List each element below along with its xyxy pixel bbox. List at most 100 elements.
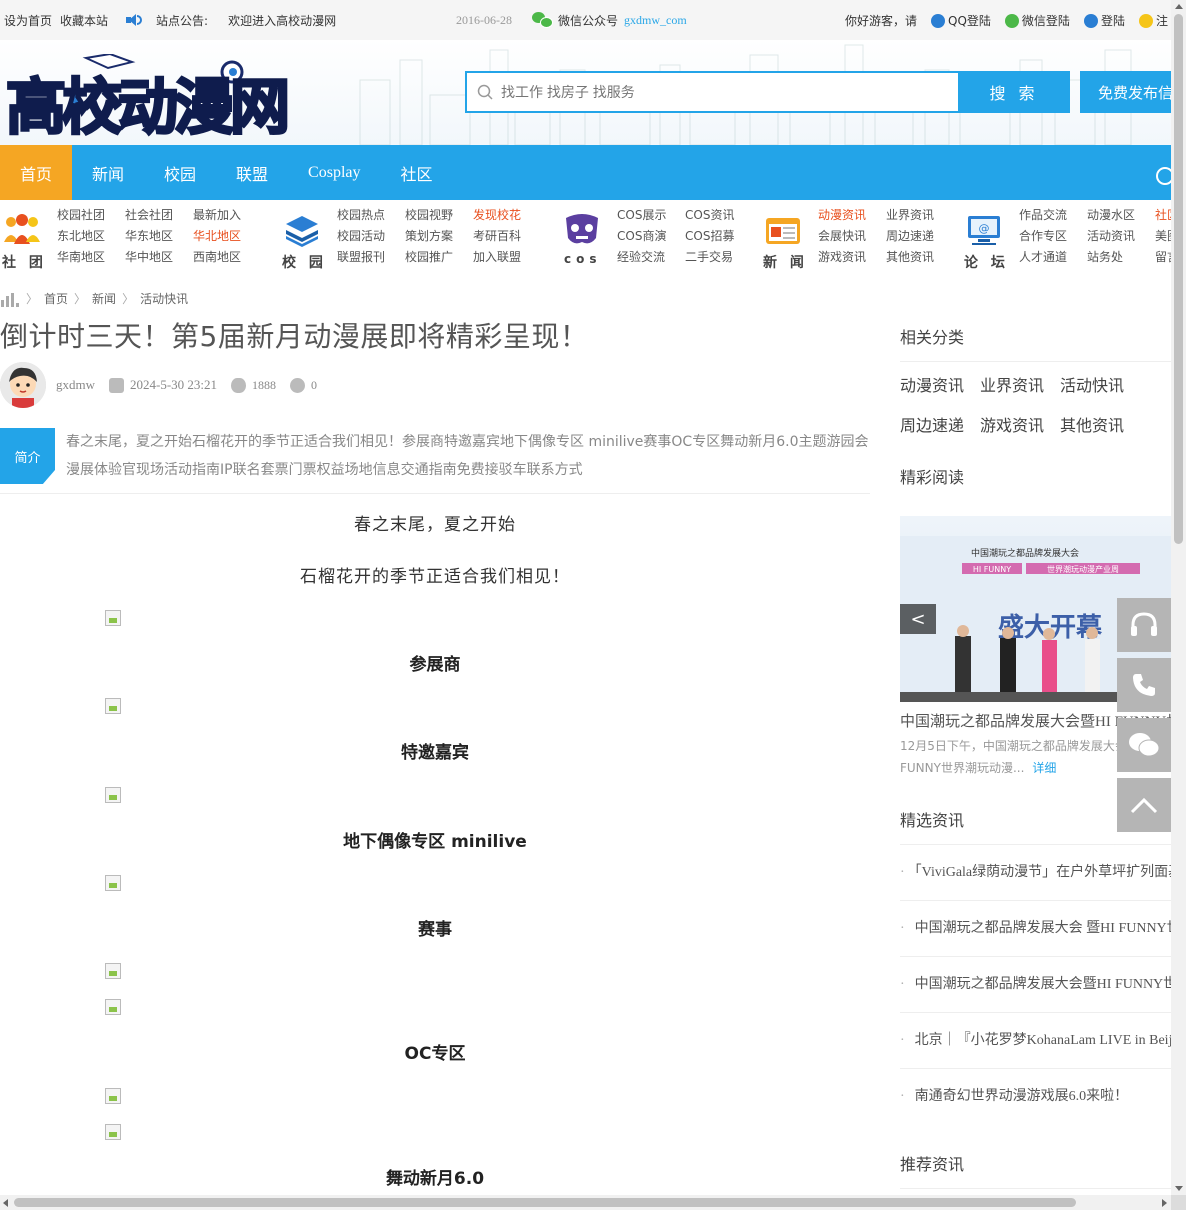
category-link[interactable]: 策划方案	[405, 229, 453, 244]
category-link-highlight[interactable]: 动漫资讯	[818, 208, 866, 223]
author-name[interactable]: gxdmw	[56, 377, 95, 393]
list-item[interactable]: 南通奇幻世界动漫游戏展6.0来啦！	[900, 1069, 1171, 1125]
computer-icon: @	[968, 216, 1000, 245]
category-link[interactable]: 西南地区	[193, 250, 241, 265]
category-link[interactable]: 美图	[1155, 229, 1171, 244]
horizontal-scrollbar[interactable]	[0, 1195, 1171, 1210]
nav-item-home[interactable]: 首页	[0, 145, 72, 200]
list-item[interactable]: 中国潮玩之都品牌发展大会暨HI FUNNY世界潮玩动漫产业周	[900, 957, 1171, 1013]
category-link[interactable]: 作品交流	[1019, 208, 1067, 223]
category-link[interactable]: 校园推广	[405, 250, 453, 265]
category-link[interactable]: 校园视野	[405, 208, 453, 223]
slide-more-link[interactable]: 详细	[1032, 761, 1056, 775]
category-link[interactable]: 华东地区	[125, 229, 173, 244]
wechat-account[interactable]: gxdmw_com	[624, 13, 687, 28]
category-link[interactable]: 华南地区	[57, 250, 105, 265]
notice-text[interactable]: 欢迎进入高校动漫网	[228, 12, 336, 29]
nav-item-campus[interactable]: 校园	[144, 145, 216, 200]
broken-image-icon	[105, 787, 121, 803]
category-link[interactable]: 站务处	[1087, 250, 1135, 265]
category-link[interactable]: 业界资讯	[886, 208, 934, 223]
search-input[interactable]	[501, 84, 941, 100]
category-link[interactable]: 游戏资讯	[818, 250, 866, 265]
site-logo[interactable]: 高校动漫网	[6, 54, 296, 138]
breadcrumb-home[interactable]: 首页	[44, 290, 68, 307]
meta-comments: 0	[290, 377, 317, 393]
category-link[interactable]: 加入联盟	[473, 250, 521, 265]
category-link[interactable]: COS展示	[617, 208, 666, 223]
scroll-down-arrow-icon[interactable]	[1175, 1186, 1183, 1191]
article-title: 倒计时三天！第5届新月动漫展即将精彩呈现！	[0, 320, 589, 353]
category-link[interactable]: COS招募	[685, 229, 734, 244]
scroll-right-arrow-icon[interactable]	[1162, 1199, 1167, 1207]
related-link[interactable]: 周边速递	[900, 406, 964, 446]
category-link[interactable]: 校园热点	[337, 208, 385, 223]
slide-banner-tag2: 世界潮玩动漫产业周	[1047, 564, 1119, 574]
category-label-forum: 论 坛	[964, 255, 1009, 271]
register-button[interactable]: 注	[1138, 12, 1168, 29]
slider-prev-button[interactable]: <	[900, 604, 936, 634]
category-link[interactable]: 留言	[1155, 250, 1171, 265]
back-to-top-button[interactable]	[1117, 778, 1171, 832]
related-link[interactable]: 游戏资讯	[980, 406, 1044, 446]
category-link-highlight[interactable]: 华北地区	[193, 229, 241, 244]
nav-item-community[interactable]: 社区	[381, 145, 453, 200]
related-link[interactable]: 活动快讯	[1060, 366, 1124, 406]
related-link[interactable]: 其他资讯	[1060, 406, 1124, 446]
author-avatar[interactable]	[0, 362, 46, 408]
category-link[interactable]: COS资讯	[685, 208, 734, 223]
category-link[interactable]: COS商演	[617, 229, 666, 244]
category-link[interactable]: 华中地区	[125, 250, 173, 265]
set-home-link[interactable]: 设为首页	[4, 12, 52, 29]
featured-heading: 精彩阅读	[900, 468, 965, 487]
category-link[interactable]: 会展快讯	[818, 229, 866, 244]
phone-button[interactable]	[1117, 658, 1171, 712]
login-button[interactable]: 登陆	[1083, 12, 1125, 29]
qq-login-button[interactable]: QQ登陆	[931, 12, 991, 29]
breadcrumb-news[interactable]: 新闻	[92, 290, 116, 307]
vertical-scrollbar[interactable]	[1171, 0, 1186, 1195]
related-link[interactable]: 业界资讯	[980, 366, 1044, 406]
scroll-up-arrow-icon[interactable]	[1175, 4, 1183, 9]
category-link[interactable]: 活动资讯	[1087, 229, 1135, 244]
category-link[interactable]: 校园活动	[337, 229, 385, 244]
category-link[interactable]: 二手交易	[685, 250, 734, 265]
vertical-scrollbar-thumb[interactable]	[1174, 14, 1183, 544]
wechat-float-button[interactable]	[1117, 718, 1171, 772]
nav-item-alliance[interactable]: 联盟	[216, 145, 288, 200]
list-item[interactable]: 中国潮玩之都品牌发展大会 暨HI FUNNY世界潮玩动漫产业周	[900, 901, 1171, 957]
wechat-login-button[interactable]: 微信登陆	[1004, 12, 1070, 29]
category-link[interactable]: 经验交流	[617, 250, 666, 265]
category-link[interactable]: 最新加入	[193, 208, 241, 223]
category-link[interactable]: 社会社团	[125, 208, 173, 223]
nav-item-news[interactable]: 新闻	[72, 145, 144, 200]
category-link[interactable]: 校园社团	[57, 208, 105, 223]
publish-button[interactable]: 免费发布信息	[1080, 71, 1171, 113]
category-link[interactable]: 合作专区	[1019, 229, 1067, 244]
gear-icon[interactable]	[1156, 167, 1171, 185]
category-link[interactable]: 人才通道	[1019, 250, 1067, 265]
bookmark-link[interactable]: 收藏本站	[60, 12, 108, 29]
page: 设为首页 收藏本站 站点公告: 欢迎进入高校动漫网 2016-06-28 微信公…	[0, 0, 1171, 1195]
category-link[interactable]: 考研百科	[473, 229, 521, 244]
category-link[interactable]: 联盟报刊	[337, 250, 385, 265]
category-link[interactable]: 周边速递	[886, 229, 934, 244]
breadcrumb-current[interactable]: 活动快讯	[140, 290, 188, 307]
category-col: 动漫资讯 会展快讯 游戏资讯	[818, 208, 866, 265]
scroll-left-arrow-icon[interactable]	[3, 1199, 8, 1207]
category-link[interactable]: 动漫水区	[1087, 208, 1135, 223]
list-item[interactable]: 「ViviGala绿荫动漫节」在户外草坪扩列面基	[900, 845, 1171, 901]
category-link-highlight[interactable]: 发现校花	[473, 208, 521, 223]
category-link-highlight[interactable]: 社区	[1155, 208, 1171, 223]
search-button[interactable]: 搜 索	[958, 71, 1070, 113]
nav-item-cosplay[interactable]: Cosplay	[288, 145, 380, 200]
related-link[interactable]: 动漫资讯	[900, 366, 964, 406]
list-item[interactable]: 北京｜『小花罗梦KohanaLam LIVE in Beijing』	[900, 1013, 1171, 1069]
category-link[interactable]: 其他资讯	[886, 250, 934, 265]
category-link[interactable]: 东北地区	[57, 229, 105, 244]
horizontal-scrollbar-thumb[interactable]	[14, 1198, 1076, 1207]
category-grid: 社 团 校园社团 东北地区 华南地区 社会社团 华东地区 华中地区 最新加入 华…	[0, 200, 1171, 282]
section-heading: 舞动新月6.0	[385, 1169, 485, 1189]
customer-service-button[interactable]	[1117, 598, 1171, 652]
category-label-club: 社 团	[2, 255, 47, 271]
